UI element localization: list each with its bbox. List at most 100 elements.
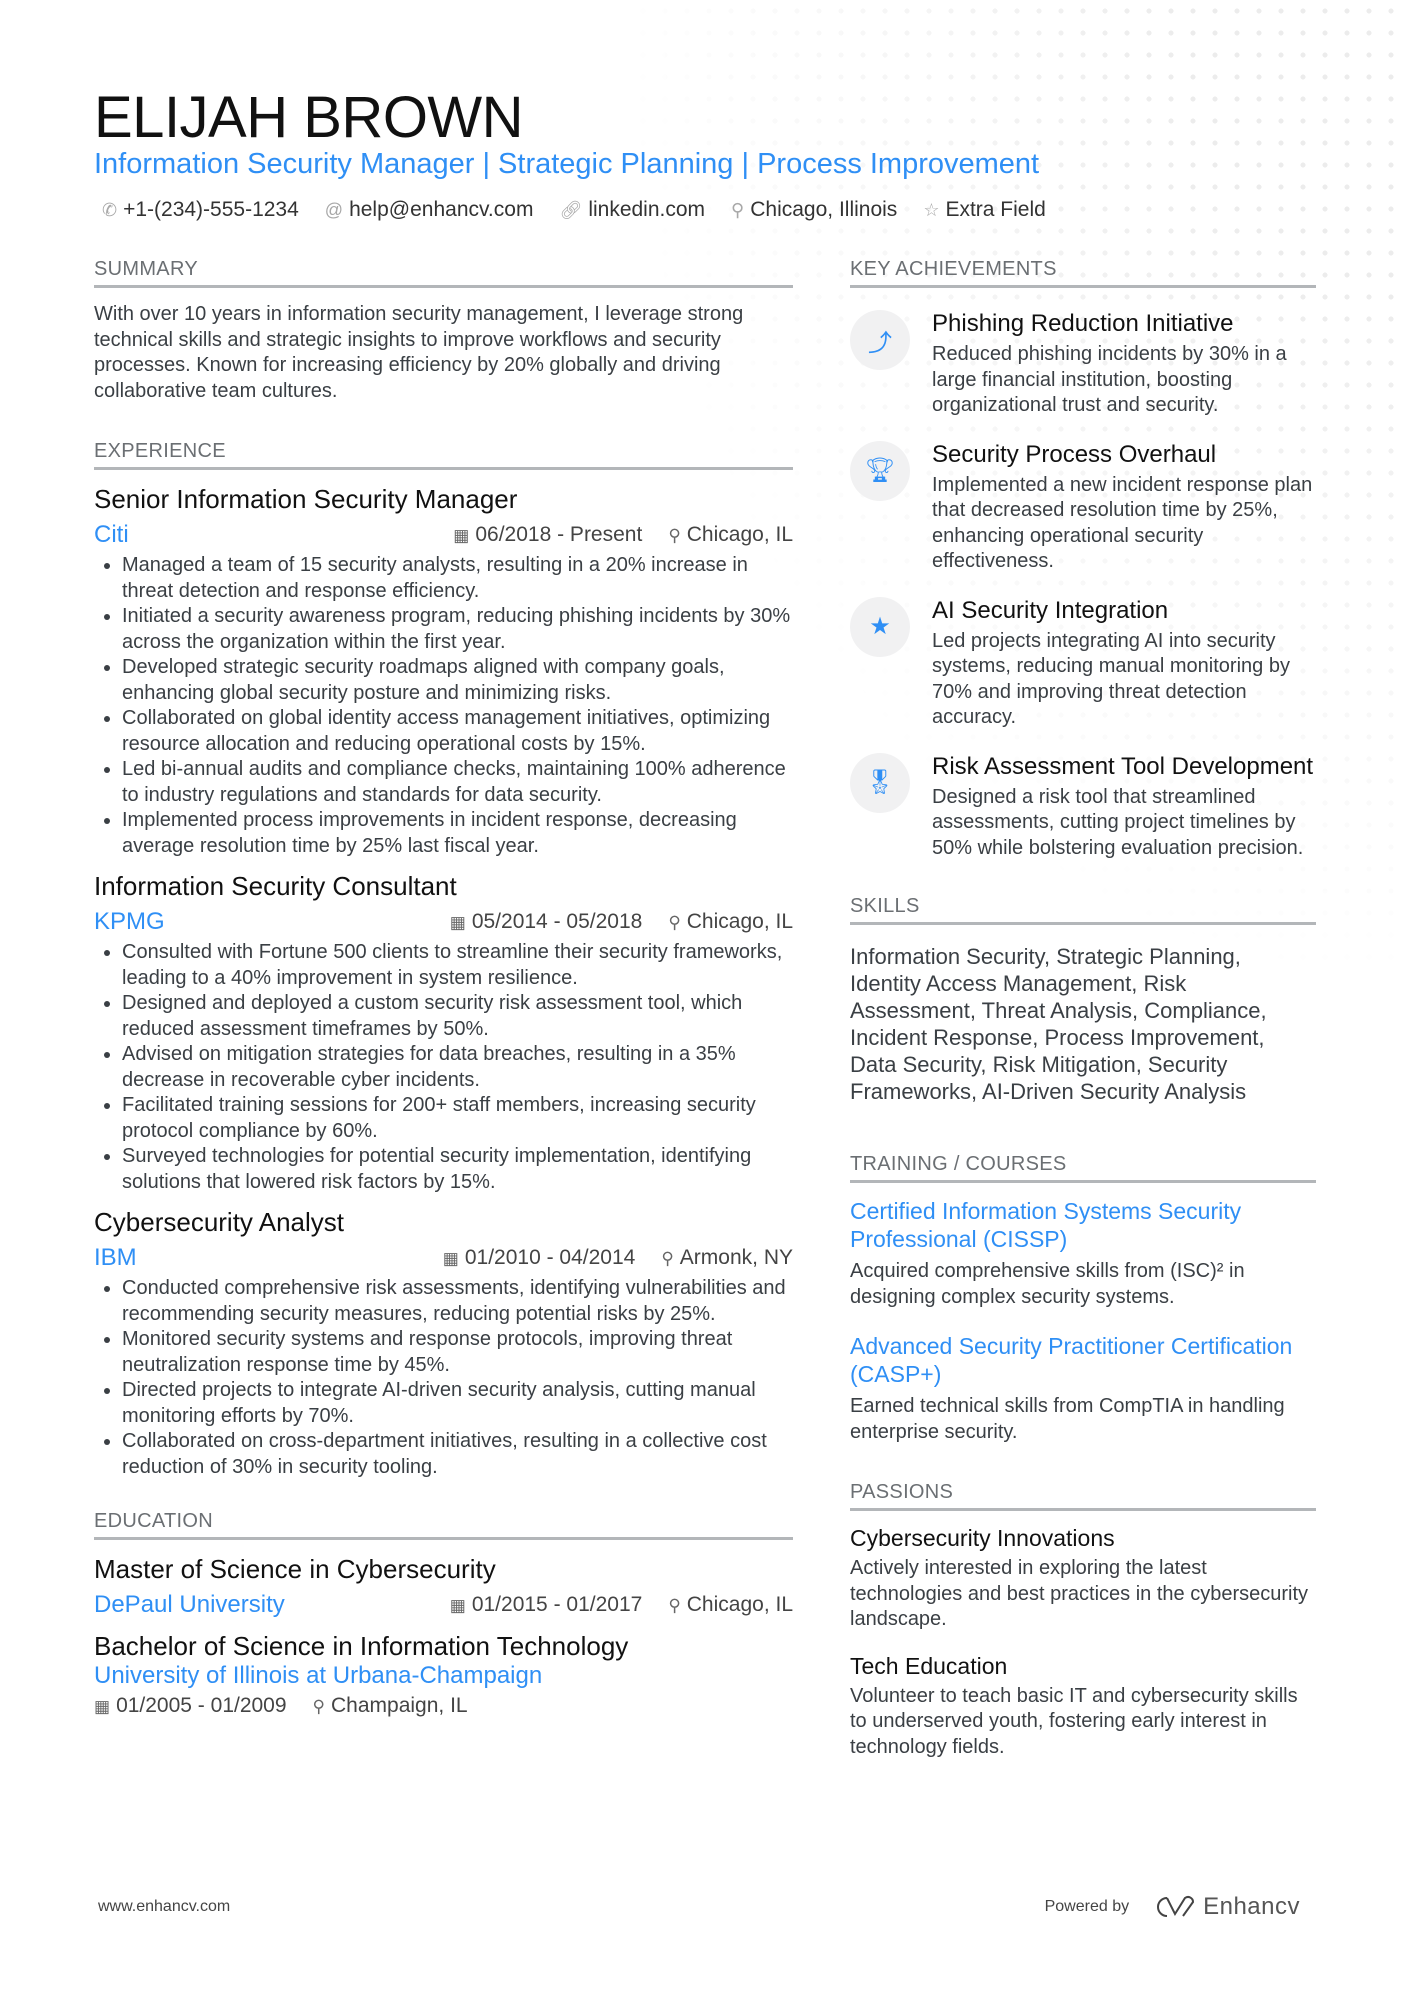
bullet-item: Directed projects to integrate AI-driven…	[122, 1378, 793, 1429]
date-range: ▦ 01/2015 - 01/2017	[450, 1593, 643, 1617]
footer-website[interactable]: www.enhancv.com	[98, 1898, 230, 1916]
job-entry: Information Security Consultant KPMG ▦ 05/2…	[94, 871, 793, 1195]
award-ribbon-icon: 🎖︎	[850, 752, 910, 813]
date-text: 01/2010 - 04/2014	[464, 1246, 636, 1269]
left-column: SUMMARY With over 10 years in informatio…	[94, 258, 793, 1730]
bullet-item: Initiated a security awareness program, …	[122, 604, 793, 655]
education-meta: DePaul University ▦ 01/2015 - 01/2017 ⚲ Chic…	[94, 1591, 793, 1619]
achievements-heading: KEY ACHIEVEMENTS	[850, 258, 1316, 288]
extra-text: Extra Field	[945, 198, 1046, 221]
enhancv-logo[interactable]: Enhancv	[1153, 1893, 1300, 1921]
bullet-item: Monitored security systems and response …	[122, 1327, 793, 1378]
contact-email[interactable]: @ help@enhancv.com	[325, 198, 534, 222]
education-entry: Bachelor of Science in Information Techn…	[94, 1631, 793, 1718]
location: ⚲ Chicago, IL	[668, 523, 793, 547]
job-meta: IBM ▦ 01/2010 - 04/2014 ⚲ Armonk, NY	[94, 1244, 793, 1272]
phone-icon: ✆	[102, 199, 118, 220]
link-icon: 🔗︎	[559, 199, 583, 220]
location-text: Armonk, NY	[679, 1246, 793, 1269]
achievement-desc: Reduced phishing incidents by 30% in a l…	[932, 343, 1287, 416]
skills-heading: SKILLS	[850, 895, 1316, 925]
education-list: Master of Science in Cybersecurity DePaul…	[94, 1554, 793, 1718]
achievement-title: Risk Assessment Tool Development	[932, 752, 1314, 780]
skills-text: Information Security, Strategic Planning…	[850, 944, 1267, 1104]
company-name[interactable]: KPMG	[94, 908, 165, 936]
location: ⚲ Chicago, IL	[668, 1593, 793, 1617]
candidate-name: ELIJAH BROWN	[94, 85, 524, 150]
calendar-icon: ▦	[453, 526, 470, 545]
job-entry: Cybersecurity Analyst IBM ▦ 01/2010 - 04/20…	[94, 1207, 793, 1480]
location: ⚲ Armonk, NY	[661, 1246, 793, 1270]
job-title: Information Security Consultant	[94, 871, 457, 901]
job-bullets: Consulted with Fortune 500 clients to st…	[94, 940, 793, 1195]
course-title[interactable]: Advanced Security Practitioner Certifica…	[850, 1332, 1316, 1388]
achievement-body: Risk Assessment Tool Development Designed…	[932, 753, 1316, 862]
achievement-desc: Led projects integrating AI into securit…	[932, 629, 1290, 729]
bullet-item: Collaborated on global identity access m…	[122, 706, 793, 757]
star-icon: ★	[850, 596, 910, 657]
at-icon: @	[324, 199, 344, 220]
bullet-item: Surveyed technologies for potential secu…	[122, 1144, 793, 1195]
achievement-item: 🏆︎ Security Process Overhaul Implemented a…	[850, 440, 1316, 575]
passion-title: Tech Education	[850, 1652, 1008, 1679]
contact-bar: ✆ +1-(234)-555-1234 @ help@enhancv.com 🔗︎ l…	[102, 198, 1046, 222]
date-text: 06/2018 - Present	[475, 523, 643, 546]
linkedin-text: linkedin.com	[588, 198, 706, 221]
powered-by-label: Powered by	[1044, 1898, 1130, 1915]
bullet-item: Managed a team of 15 security analysts, …	[122, 553, 793, 604]
map-pin-icon: ⚲	[731, 199, 745, 220]
company-name[interactable]: Citi	[94, 521, 129, 549]
contact-linkedin[interactable]: 🔗︎ linkedin.com	[559, 198, 705, 222]
summary-text: With over 10 years in information securi…	[94, 303, 744, 402]
achievement-item: ★ AI Security Integration Led projects int…	[850, 596, 1316, 731]
bullet-item: Facilitated training sessions for 200+ s…	[122, 1093, 793, 1144]
date-range: ▦ 01/2010 - 04/2014	[443, 1246, 636, 1270]
email-text: help@enhancv.com	[349, 198, 534, 221]
experience-list: Senior Information Security Manager Citi ▦…	[94, 484, 793, 1480]
date-text: 01/2015 - 01/2017	[471, 1593, 643, 1616]
achievement-desc: Implemented a new incident response plan…	[932, 473, 1313, 573]
passion-desc: Volunteer to teach basic IT and cybersec…	[850, 1684, 1298, 1758]
star-icon: ☆	[923, 199, 940, 220]
bullet-item: Consulted with Fortune 500 clients to st…	[122, 940, 793, 991]
enhancv-logo-icon	[1157, 1896, 1195, 1917]
achievement-title: Phishing Reduction Initiative	[932, 310, 1234, 337]
date-range: ▦ 05/2014 - 05/2018	[450, 910, 643, 934]
bullet-item: Conducted comprehensive risk assessments…	[122, 1276, 793, 1327]
school-name[interactable]: DePaul University	[94, 1591, 285, 1619]
education-heading: EDUCATION	[94, 1510, 793, 1540]
bullet-item: Collaborated on cross-department initiat…	[122, 1429, 793, 1480]
brand-name: Enhancv	[1203, 1893, 1300, 1920]
contact-location: ⚲ Chicago, Illinois	[731, 198, 897, 222]
calendar-icon: ▦	[94, 1697, 111, 1716]
achievement-body: Security Process Overhaul Implemented a n…	[932, 441, 1316, 575]
achievement-title: Security Process Overhaul	[932, 440, 1217, 468]
date-text: 01/2005 - 01/2009	[116, 1694, 287, 1717]
education-entry: Master of Science in Cybersecurity DePaul…	[94, 1554, 793, 1619]
degree-title: Bachelor of Science in Information Techn…	[94, 1631, 629, 1661]
location: ⚲ Chicago, IL	[668, 910, 793, 934]
job-entry: Senior Information Security Manager Citi ▦…	[94, 484, 793, 859]
job-bullets: Conducted comprehensive risk assessments…	[94, 1276, 793, 1480]
map-pin-icon: ⚲	[668, 526, 681, 545]
company-name[interactable]: IBM	[94, 1244, 137, 1272]
bullet-item: Implemented process improvements in inci…	[122, 808, 793, 859]
date-range: ▦ 06/2018 - Present	[453, 523, 642, 547]
calendar-icon: ▦	[449, 1596, 466, 1615]
school-name[interactable]: University of Illinois at Urbana-Champai…	[94, 1662, 793, 1690]
date-text: 05/2014 - 05/2018	[471, 910, 643, 933]
headline: Information Security Manager | Strategic…	[94, 148, 1040, 180]
location-text: Chicago, IL	[686, 910, 793, 933]
location: ⚲ Champaign, IL	[313, 1694, 468, 1718]
course-desc: Acquired comprehensive skills from (ISC)…	[850, 1260, 1245, 1308]
right-column: KEY ACHIEVEMENTS ⤴ Phishing Reduction Ini…	[850, 258, 1316, 1780]
job-title: Cybersecurity Analyst	[94, 1207, 344, 1237]
job-meta: KPMG ▦ 05/2014 - 05/2018 ⚲ Chicago, IL	[94, 908, 793, 936]
achievement-item: 🎖︎ Risk Assessment Tool Development Design…	[850, 752, 1316, 862]
contact-phone[interactable]: ✆ +1-(234)-555-1234	[102, 198, 299, 222]
strategy-icon: ⤴	[850, 310, 910, 370]
course-title[interactable]: Certified Information Systems Security P…	[850, 1197, 1316, 1253]
achievement-body: AI Security Integration Led projects inte…	[932, 597, 1316, 731]
location-text: Champaign, IL	[331, 1694, 468, 1717]
contact-extra: ☆ Extra Field	[923, 198, 1046, 222]
